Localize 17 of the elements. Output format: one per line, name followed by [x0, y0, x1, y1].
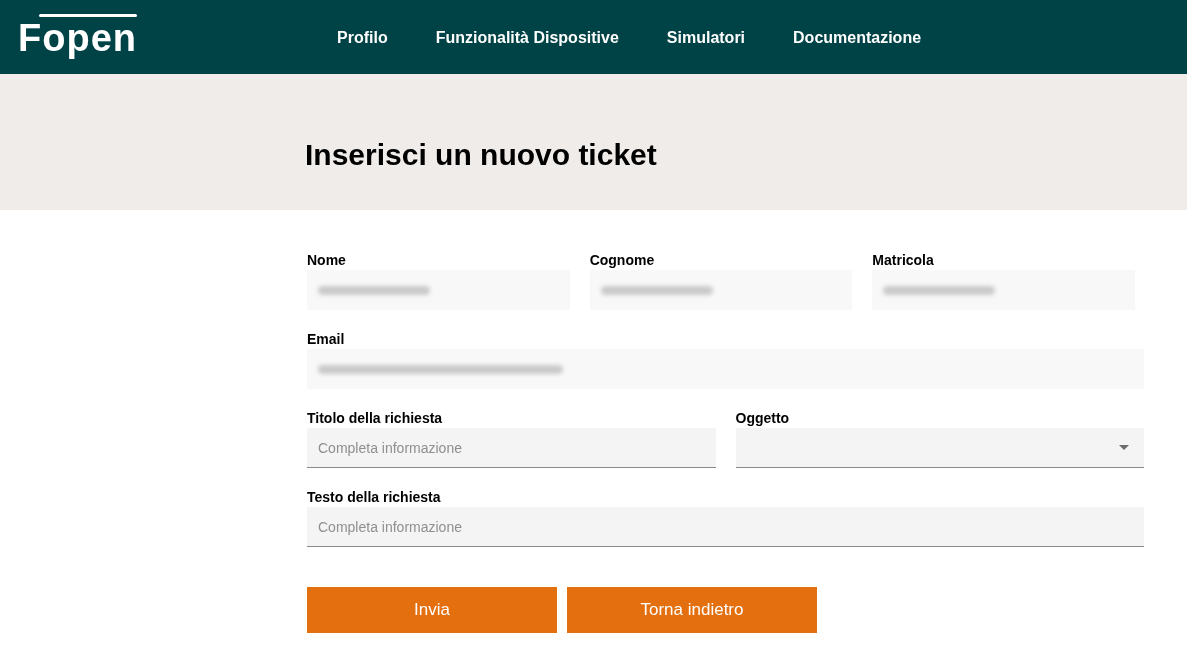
nav-link[interactable]: Documentazione — [793, 26, 922, 50]
field-label: Cognome — [589, 251, 656, 269]
text-field[interactable]: Completa informazione — [307, 428, 716, 468]
field-label: Oggetto — [735, 409, 791, 427]
field-label: Email — [307, 330, 346, 348]
field-label: Titolo della richiesta — [307, 409, 444, 427]
field-label: Matricola — [872, 251, 935, 269]
select-field[interactable] — [735, 428, 1144, 468]
field-label: Testo della richiesta — [307, 488, 442, 506]
logo[interactable]: Fopen — [18, 13, 137, 61]
caret-down-icon — [1119, 445, 1129, 450]
page-title: Inserisci un nuovo ticket — [305, 137, 658, 173]
nav-link[interactable]: Profilo — [337, 26, 388, 50]
nav-link[interactable]: Funzionalità Dispositive — [435, 26, 619, 50]
nav-link[interactable]: Simulatori — [666, 26, 746, 50]
text-field[interactable]: Completa informazione — [307, 507, 1144, 547]
field-label: Nome — [307, 251, 347, 269]
